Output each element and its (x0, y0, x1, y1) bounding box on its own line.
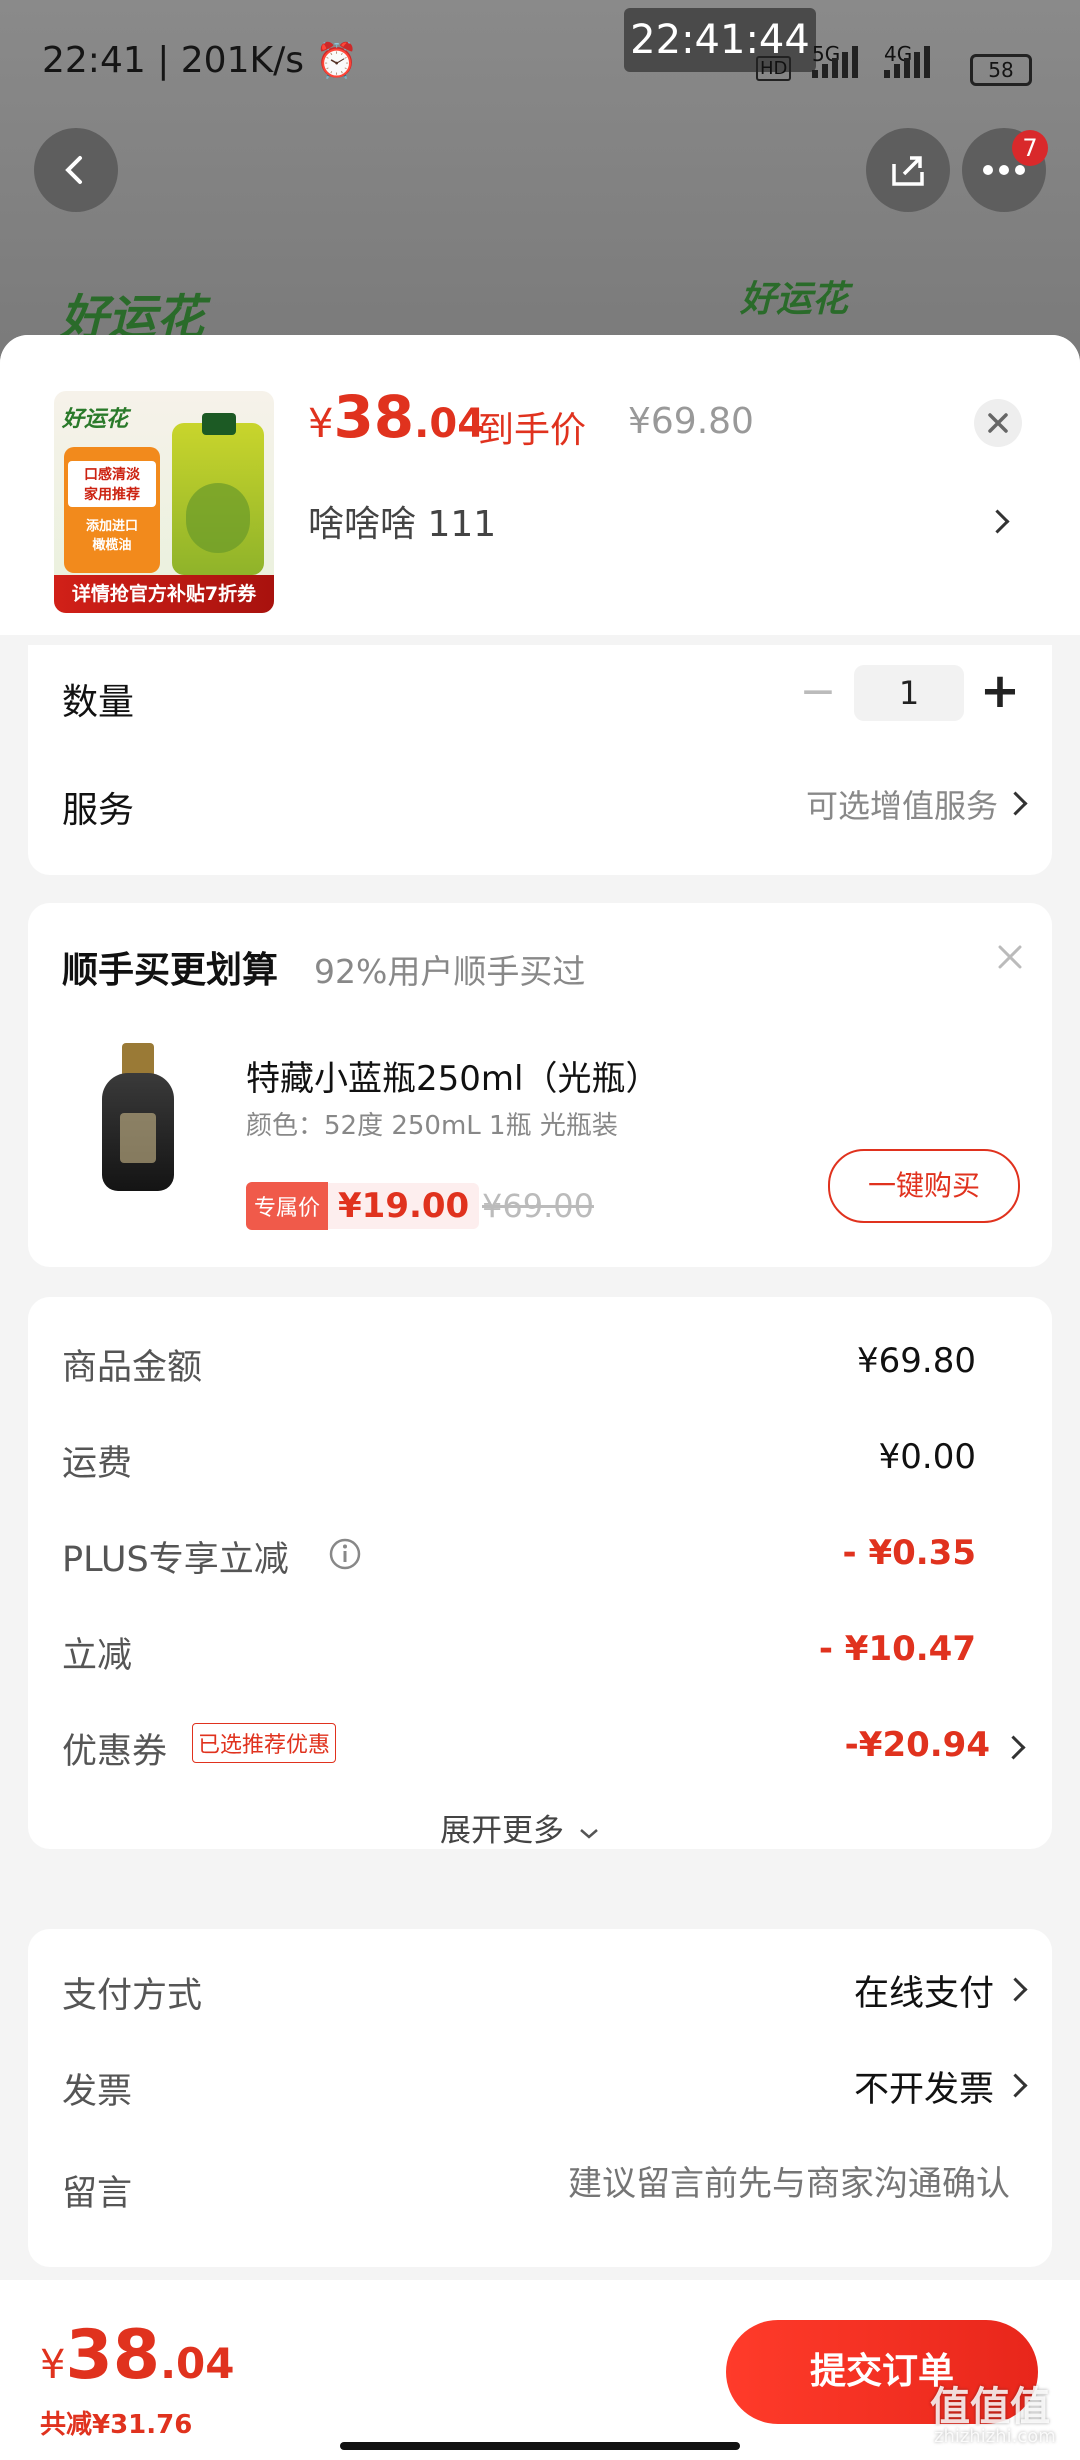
product-image[interactable]: 好运花 口感清淡 家用推荐 添加进口 橄榄油 详情抢官方补贴7折券 (54, 391, 274, 613)
order-sheet: 好运花 口感清淡 家用推荐 添加进口 橄榄油 详情抢官方补贴7折券 ¥38.04… (0, 335, 1080, 2460)
summary-label-plus: PLUS专享立减 (62, 1540, 289, 1580)
invoice-label: 发票 (62, 2072, 133, 2112)
share-button[interactable] (866, 128, 950, 212)
product-image-tag3: 添加进口 (85, 519, 138, 534)
upsell-item-name: 特藏小蓝瓶250ml（光瓶） (246, 1059, 660, 1099)
footer-saved-amount: 共减¥31.76 (40, 2410, 193, 2440)
share-icon (892, 156, 924, 186)
invoice-selector[interactable]: 不开发票 (728, 2055, 1038, 2111)
watermark-url: zhizhizhi.com (934, 2426, 1056, 2447)
original-price: ¥69.80 (628, 401, 754, 442)
product-header: 好运花 口感清淡 家用推荐 添加进口 橄榄油 详情抢官方补贴7折券 ¥38.04… (0, 335, 1080, 635)
chevron-right-icon (1001, 1735, 1026, 1760)
coupon-selector[interactable]: -¥20.94 (828, 1717, 1038, 1771)
upsell-subtitle: 92%用户顺手买过 (314, 952, 586, 991)
summary-value-goods: ¥69.80 (857, 1341, 976, 1381)
upsell-close-button[interactable] (994, 941, 1026, 977)
summary-value-coupon: -¥20.94 (844, 1725, 990, 1765)
exclusive-price: ¥19.00 (338, 1186, 470, 1226)
close-button[interactable] (974, 399, 1022, 447)
variant-selector[interactable]: 啥啥啥 111 (308, 495, 1028, 545)
product-image-brand: 好运花 (62, 407, 129, 432)
summary-label-coupon: 优惠券 (62, 1732, 168, 1772)
signal-icon-2 (884, 46, 930, 78)
service-value: 可选增值服务 (805, 787, 998, 825)
status-time: 22:41 | 201K/s ⏰ (42, 40, 358, 81)
expand-more-button[interactable]: 展开更多 (440, 1805, 640, 1849)
info-icon[interactable] (328, 1537, 362, 1575)
chevron-right-icon (1003, 1977, 1028, 2002)
note-input[interactable] (408, 2153, 1012, 2215)
footer-total-price: ¥38.04 (40, 2316, 235, 2395)
chevron-right-icon (1003, 2073, 1028, 2098)
summary-label-goods: 商品金额 (62, 1348, 203, 1388)
one-click-buy-button[interactable]: 一键购买 (828, 1149, 1020, 1223)
payment-method-value: 在线支付 (853, 1974, 994, 2014)
upsell-item-spec: 颜色：52度 250mL 1瓶 光瓶装 (246, 1111, 618, 1141)
payment-card: 支付方式 在线支付 发票 不开发票 留言 (28, 1929, 1052, 2267)
payment-method-selector[interactable]: 在线支付 (728, 1959, 1038, 2015)
exclusive-price-box: 专属价 ¥19.00 (246, 1182, 480, 1230)
quantity-service-card: 数量 − 1 + 服务 可选增值服务 (28, 645, 1052, 875)
final-price: ¥38.04 (308, 383, 486, 451)
upsell-item-image[interactable] (98, 1043, 178, 1197)
product-image-tag4: 橄榄油 (92, 538, 132, 553)
upsell-title: 顺手买更划算 (62, 950, 279, 991)
bottle-green (172, 413, 264, 575)
close-icon (988, 413, 1008, 433)
summary-label-shipping: 运费 (62, 1444, 133, 1484)
quantity-label: 数量 (62, 682, 135, 723)
close-icon (998, 945, 1022, 969)
variant-label: 啥啥啥 111 (308, 504, 497, 545)
watermark-logo: 值值值 (930, 2384, 1050, 2430)
invoice-value: 不开发票 (853, 2070, 994, 2110)
back-button[interactable] (34, 128, 118, 212)
quantity-plus-button[interactable]: + (978, 663, 1022, 719)
service-selector[interactable]: 可选增值服务 (748, 775, 1038, 825)
expand-more-label: 展开更多 (440, 1813, 564, 1849)
note-label: 留言 (62, 2174, 133, 2214)
status-bar: 22:41 | 201K/s ⏰ 22:41:44 HD 5G 4G 58 (0, 0, 1080, 130)
hd-icon: HD (756, 56, 792, 81)
upsell-card: 顺手买更划算 92%用户顺手买过 特藏小蓝瓶250ml（光瓶） 颜色：52度 2… (28, 903, 1052, 1267)
footer-bar: ¥38.04 共减¥31.76 提交订单 (0, 2280, 1080, 2460)
quantity-input[interactable]: 1 (854, 665, 964, 721)
payment-method-label: 支付方式 (62, 1976, 203, 2016)
background-brand-logo-2: 好运花 (740, 279, 849, 320)
back-arrow-icon (65, 156, 82, 184)
subsidy-caption: 详情抢官方补贴7折券 (54, 575, 274, 613)
upsell-strike-price: ¥69.00 (482, 1187, 594, 1225)
battery-icon: 58 (970, 54, 1032, 86)
product-image-tag1: 口感清淡 (84, 467, 140, 483)
more-icon (983, 165, 1025, 175)
bottle-orange: 口感清淡 家用推荐 添加进口 橄榄油 (64, 447, 160, 573)
home-indicator (340, 2442, 740, 2450)
summary-value-discount: - ¥10.47 (818, 1629, 976, 1669)
coupon-recommended-tag: 已选推荐优惠 (192, 1723, 337, 1763)
price-summary-card: 商品金额 ¥69.80 运费 ¥0.00 PLUS专享立减 - ¥0.35 立减… (28, 1297, 1052, 1849)
service-label: 服务 (62, 790, 135, 831)
quantity-minus-button[interactable]: − (798, 667, 838, 717)
product-image-tag2: 家用推荐 (84, 487, 140, 503)
summary-label-discount: 立减 (62, 1636, 133, 1676)
exclusive-price-tag: 专属价 (246, 1182, 329, 1230)
summary-value-plus: - ¥0.35 (842, 1533, 977, 1573)
alarm-icon: ⏰ (315, 41, 358, 81)
final-price-label: 到手价 (478, 410, 587, 451)
chevron-right-icon (985, 509, 1010, 534)
signal-icon (812, 46, 858, 78)
chevron-right-icon (1003, 791, 1028, 816)
summary-value-shipping: ¥0.00 (878, 1437, 976, 1477)
cart-count-badge: 7 (1012, 130, 1048, 166)
chevron-down-icon (580, 1829, 598, 1839)
